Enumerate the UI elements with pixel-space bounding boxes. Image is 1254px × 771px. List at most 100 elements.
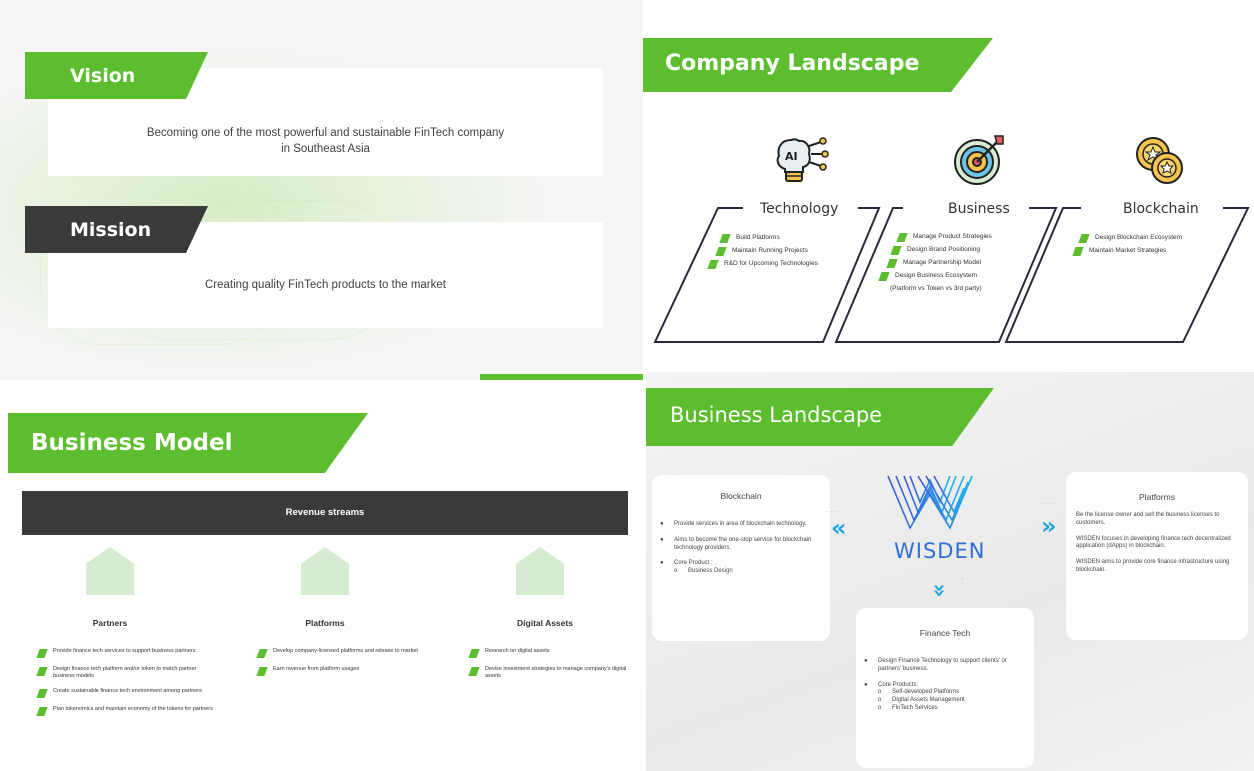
list-item-note: (Platform vs Token vs 3rd party) (890, 285, 982, 292)
list-item: Maintain Running Projects (715, 247, 818, 256)
sub-list-item: o Digital Assets Management (878, 697, 965, 704)
bullet-icon (36, 688, 48, 698)
chevron-right-icon: » (1041, 512, 1057, 540)
company-landscape-banner: Company Landscape (643, 38, 993, 92)
company-landscape-slide: Company Landscape AI Technology Build Pl… (643, 0, 1254, 375)
svg-text:AI: AI (785, 150, 798, 163)
mission-banner: Mission (25, 206, 208, 253)
list-item: R&D for Upcoming Technologies (707, 260, 818, 269)
paragraph: WISDEN aims to provide core finance infr… (1076, 559, 1230, 573)
partners-house-icon (86, 547, 134, 595)
vision-mission-slide: Becoming one of the most powerful and su… (0, 0, 643, 380)
list-item: ● Aims to become the one-stop service for… (660, 536, 812, 551)
list-item: Maintain Market Strategies (1072, 247, 1182, 256)
ai-brain-icon: AI (776, 137, 829, 182)
bullet-icon (468, 667, 480, 676)
digital-assets-list: Research on digital assets Devise invest… (468, 648, 630, 688)
technology-list: Build Platforms Maintain Running Project… (707, 234, 818, 273)
business-model-title: Business Model (31, 430, 233, 456)
bullet-icon: ● (660, 521, 664, 527)
business-landscape-banner: Business Landscape (646, 388, 994, 446)
list-item: Design Business Ecosystem (878, 272, 992, 281)
circle-bullet-icon: o (878, 689, 882, 696)
revenue-streams-bar: Revenue streams (22, 491, 628, 535)
bullet-icon: ● (660, 560, 664, 567)
list-item: Plan tokenomics and maintain economy of … (36, 706, 213, 716)
bullet-icon (707, 260, 719, 269)
blockchain-card: Blockchain ● Provide services in area of … (652, 475, 830, 641)
list-item: Research on digital assets (468, 648, 630, 658)
company-landscape-title: Company Landscape (665, 51, 920, 76)
vision-banner: Vision (25, 52, 208, 99)
mission-title: Mission (70, 219, 152, 241)
bullet-icon: ● (864, 681, 868, 688)
connector-dots: ·· (958, 577, 967, 587)
digital-assets-house-icon (516, 547, 564, 595)
circle-bullet-icon: o (674, 568, 678, 575)
list-item: ● Design Finance Technology to support cl… (864, 658, 1007, 672)
finance-tech-card: Finance Tech ● Design Finance Technology … (856, 608, 1034, 768)
list-item: Design Blockchain Ecosystem (1078, 234, 1182, 243)
chevron-down-icon: » (926, 583, 952, 598)
blockchain-heading: Blockchain (1118, 201, 1204, 217)
revenue-streams-label: Revenue streams (285, 507, 365, 518)
list-item: Build Platforms (719, 234, 818, 243)
business-model-banner: Business Model (8, 413, 368, 473)
partners-heading: Partners (92, 618, 128, 628)
partners-list: Provide finance tech services to support… (36, 648, 213, 724)
bullet-icon (878, 272, 890, 281)
list-item: ● Provide services in area of blockchain … (660, 521, 807, 527)
technology-heading: Technology (755, 201, 844, 217)
blockchain-list: Design Blockchain Ecosystem Maintain Mar… (1072, 234, 1182, 260)
coins-icon (1136, 137, 1183, 184)
list-item: Provide finance tech services to support… (36, 648, 213, 658)
list-item: Manage Partnership Model (886, 259, 992, 268)
list-item: Design finance tech platform and/or toke… (36, 666, 213, 680)
list-item: Develop company-licensed platforms and r… (256, 648, 423, 658)
paragraph: WISDEN focuses in developing finance tec… (1076, 535, 1231, 550)
business-landscape-slide: Business Landscape Blockchain ● Provide s… (646, 372, 1254, 771)
circle-bullet-icon: o (878, 697, 882, 704)
business-list: Manage Product Strategies Design Brand P… (878, 233, 992, 297)
mission-text: Creating quality FinTech products to the… (205, 279, 446, 291)
sub-list-item: o FinTech Services (878, 704, 938, 711)
bullet-icon: ● (864, 658, 868, 664)
bullet-icon (715, 247, 727, 256)
list-item: ● Core Products: (864, 681, 919, 688)
wisden-logo: WISDEN (887, 475, 984, 563)
bullet-icon (256, 649, 268, 658)
list-item: Earn revenue from platform usages (256, 666, 423, 676)
bullet-icon (468, 649, 480, 658)
list-item: Devise investment strategies to manage c… (468, 666, 630, 680)
chevron-left-icon: « (831, 514, 847, 542)
platforms-house-icon (301, 547, 349, 595)
paragraph: Be the license owner and sell the busine… (1076, 512, 1220, 526)
connector-dots: ··· (1042, 499, 1056, 508)
target-icon (954, 135, 1004, 185)
vision-title: Vision (70, 65, 136, 87)
list-item: Create sustainable finance tech environm… (36, 688, 213, 698)
circle-bullet-icon: o (878, 704, 882, 711)
business-model-slide: Business Model Revenue streams Partners … (0, 380, 643, 771)
bullet-icon (719, 234, 731, 243)
digital-assets-heading: Digital Assets (517, 618, 573, 628)
bullet-icon (36, 706, 48, 716)
list-item: Design Brand Positioning (890, 246, 992, 255)
vision-text-line2: in Southeast Asia (281, 142, 370, 155)
platforms-heading: Platforms (305, 618, 345, 628)
business-landscape-title: Business Landscape (670, 403, 883, 427)
vision-text-line1: Becoming one of the most powerful and su… (146, 127, 505, 139)
list-item: ● Core Product : (660, 560, 713, 567)
finance-tech-card-title: Finance Tech (919, 628, 971, 638)
list-item: Manage Product Strategies (896, 233, 992, 242)
bullet-icon: ● (660, 536, 664, 543)
bullet-icon (256, 667, 268, 676)
business-heading: Business (943, 201, 1015, 217)
blockchain-card-title: Blockchain (720, 491, 762, 501)
bullet-icon (36, 667, 48, 676)
bullet-icon (1078, 234, 1090, 243)
bullet-icon (890, 246, 902, 255)
sub-list-item: o Business Design (674, 568, 733, 575)
bullet-icon (886, 259, 898, 268)
sub-list-item: o Self-developed Platforms (878, 689, 960, 696)
